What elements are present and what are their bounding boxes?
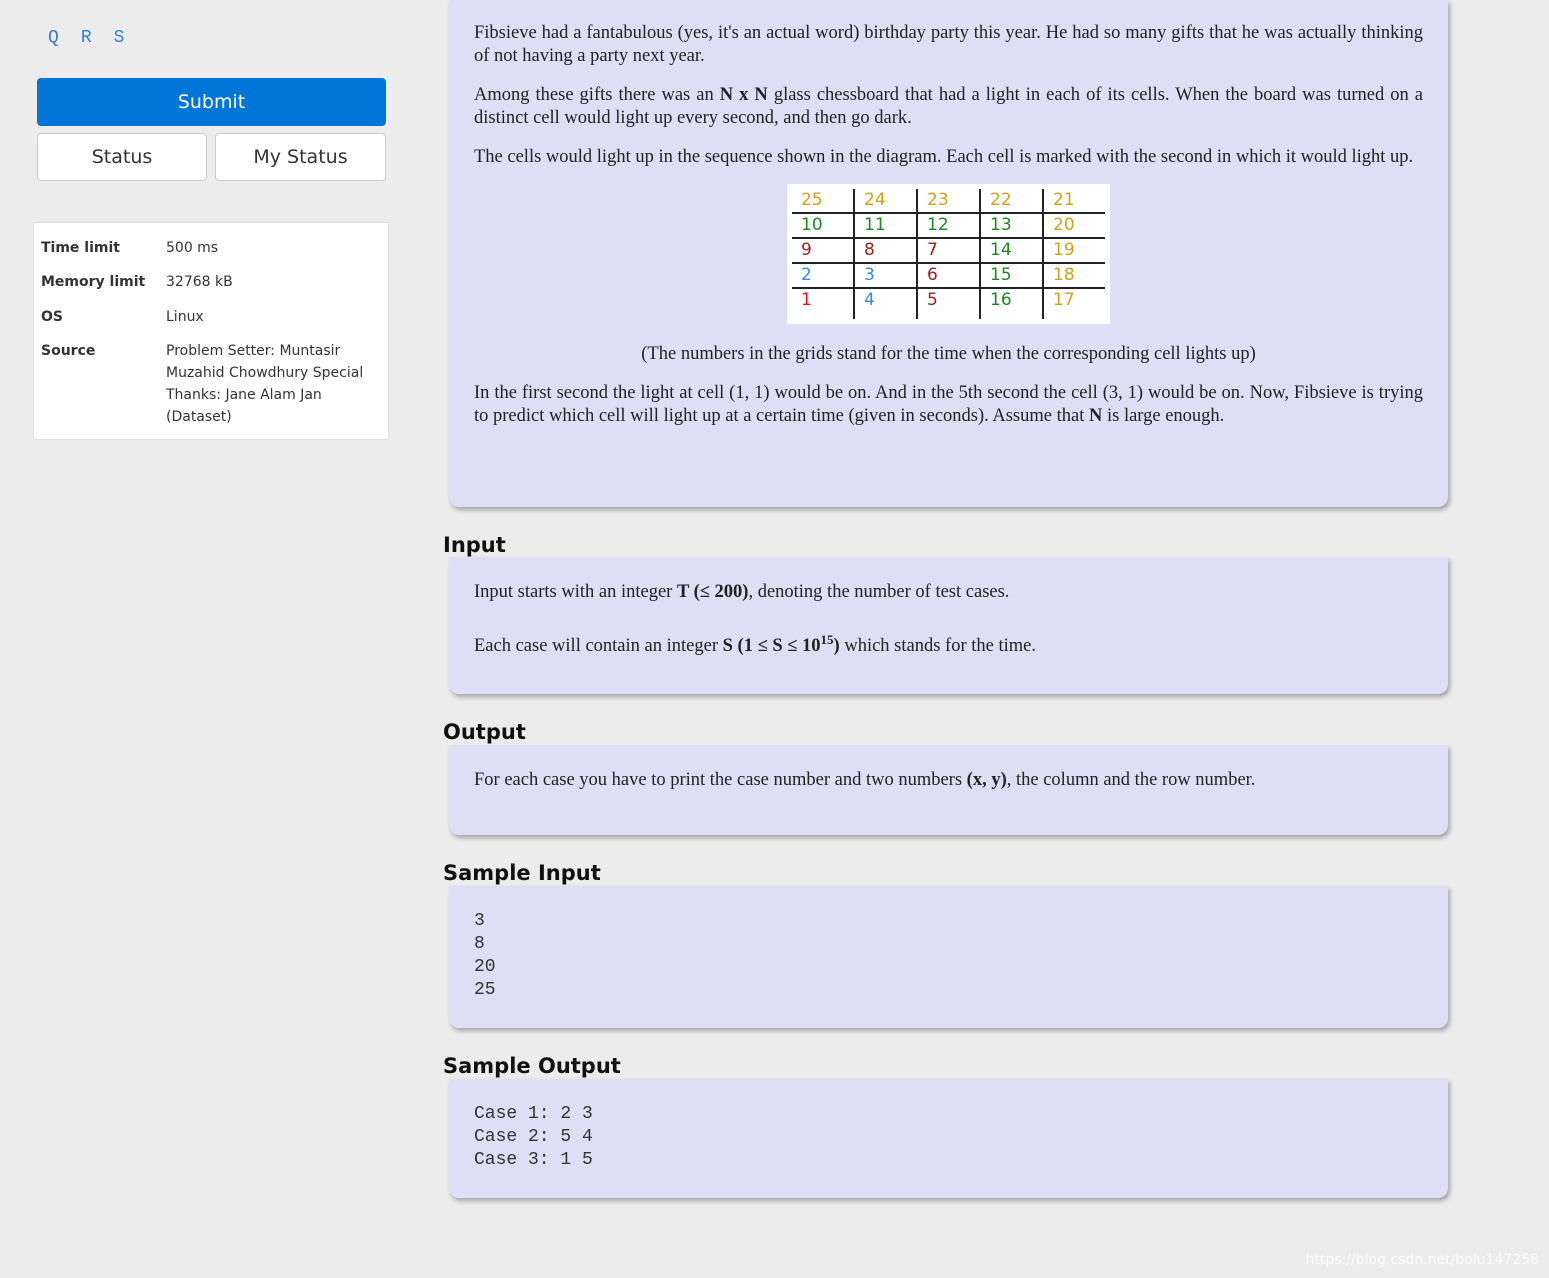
- info-label: Time limit: [41, 240, 120, 256]
- grid-row: 2 3 6 15 18: [789, 262, 1108, 289]
- grid-cell: 22: [979, 186, 1044, 214]
- grid-cell: 10: [789, 212, 855, 239]
- grid-row: 10 11 12 13 20: [789, 212, 1108, 239]
- paragraph: For each case you have to print the case…: [474, 770, 1256, 790]
- grid-cell: 4: [853, 287, 918, 322]
- grid-cell: 9: [789, 237, 855, 264]
- grid-cell: 13: [979, 212, 1044, 239]
- grid-cell: 15: [979, 262, 1044, 289]
- submit-button[interactable]: Submit: [37, 78, 386, 126]
- problem-info-panel: Time limit 500 ms Memory limit 32768 kB OS…: [33, 222, 389, 440]
- grid-cell: 16: [979, 287, 1044, 322]
- grid-cell: 25: [789, 186, 855, 214]
- info-label: Source: [41, 343, 96, 359]
- problem-link-q[interactable]: Q: [48, 28, 59, 48]
- statement-card: Fibsieve had a fantabulous (yes, it's an…: [449, 0, 1448, 507]
- grid-cell: 12: [916, 212, 981, 239]
- grid-cell: 21: [1042, 186, 1108, 214]
- grid-row: 1 4 5 16 17: [789, 287, 1108, 322]
- sample-input-card: 3 8 20 25: [449, 886, 1448, 1028]
- info-label: OS: [41, 309, 63, 325]
- grid-cell: 19: [1042, 237, 1108, 264]
- grid-cell: 18: [1042, 262, 1108, 289]
- paragraph: Among these gifts there was an N x N gla…: [474, 85, 1424, 128]
- info-label: Memory limit: [41, 274, 146, 290]
- input-card: Input starts with an integer T (≤ 200), …: [449, 557, 1448, 694]
- sample-input-heading: Sample Input: [443, 861, 601, 885]
- output-card: For each case you have to print the case…: [449, 745, 1448, 835]
- grid-cell: 1: [789, 287, 855, 322]
- grid-cell: 17: [1042, 287, 1108, 322]
- grid-row: 9 8 7 14 19: [789, 237, 1108, 264]
- watermark: https://blog.csdn.net/bolu147258: [1305, 1252, 1539, 1268]
- grid-cell: 23: [916, 186, 981, 214]
- paragraph: The cells would light up in the sequence…: [474, 147, 1414, 167]
- grid-cell: 24: [853, 186, 918, 214]
- info-value: 500 ms: [166, 240, 219, 256]
- sample-output-heading: Sample Output: [443, 1054, 621, 1078]
- grid-cell: 7: [916, 237, 981, 264]
- grid-cell: 5: [916, 287, 981, 322]
- sample-output-text: Case 1: 2 3 Case 2: 5 4 Case 3: 1 5: [474, 1104, 593, 1170]
- paragraph: Fibsieve had a fantabulous (yes, it's an…: [474, 23, 1423, 66]
- problem-link-r[interactable]: R: [81, 28, 92, 48]
- sequence-grid: 25 24 23 22 21 10 11 12 13 20 9 8 7 14 19 2 3 6 15 18 1 4 5 16 1…: [787, 184, 1110, 324]
- sample-output-card: Case 1: 2 3 Case 2: 5 4 Case 3: 1 5: [449, 1079, 1448, 1198]
- my-status-button[interactable]: My Status: [215, 133, 386, 181]
- output-heading: Output: [443, 720, 526, 744]
- grid-cell: 11: [853, 212, 918, 239]
- grid-cell: 14: [979, 237, 1044, 264]
- grid-cell: 8: [853, 237, 918, 264]
- grid-caption: (The numbers in the grids stand for the …: [641, 344, 1256, 364]
- sample-input-text: 3 8 20 25: [474, 911, 496, 1000]
- paragraph: In the first second the light at cell (1…: [474, 383, 1423, 426]
- problem-nav: Q R S: [48, 28, 146, 48]
- grid-cell: 3: [853, 262, 918, 289]
- grid-cell: 2: [789, 262, 855, 289]
- info-value: Linux: [166, 309, 204, 325]
- input-heading: Input: [443, 533, 506, 557]
- grid-cell: 20: [1042, 212, 1108, 239]
- status-button[interactable]: Status: [37, 133, 207, 181]
- info-value: 32768 kB: [166, 274, 233, 290]
- paragraph: Input starts with an integer T (≤ 200), …: [474, 582, 1010, 602]
- paragraph: Each case will contain an integer S (1 ≤…: [474, 632, 1036, 657]
- problem-link-s[interactable]: S: [114, 28, 125, 48]
- info-value: Problem Setter: Muntasir Muzahid Chowdhu…: [166, 343, 364, 425]
- grid-row: 25 24 23 22 21: [789, 186, 1108, 214]
- grid-cell: 6: [916, 262, 981, 289]
